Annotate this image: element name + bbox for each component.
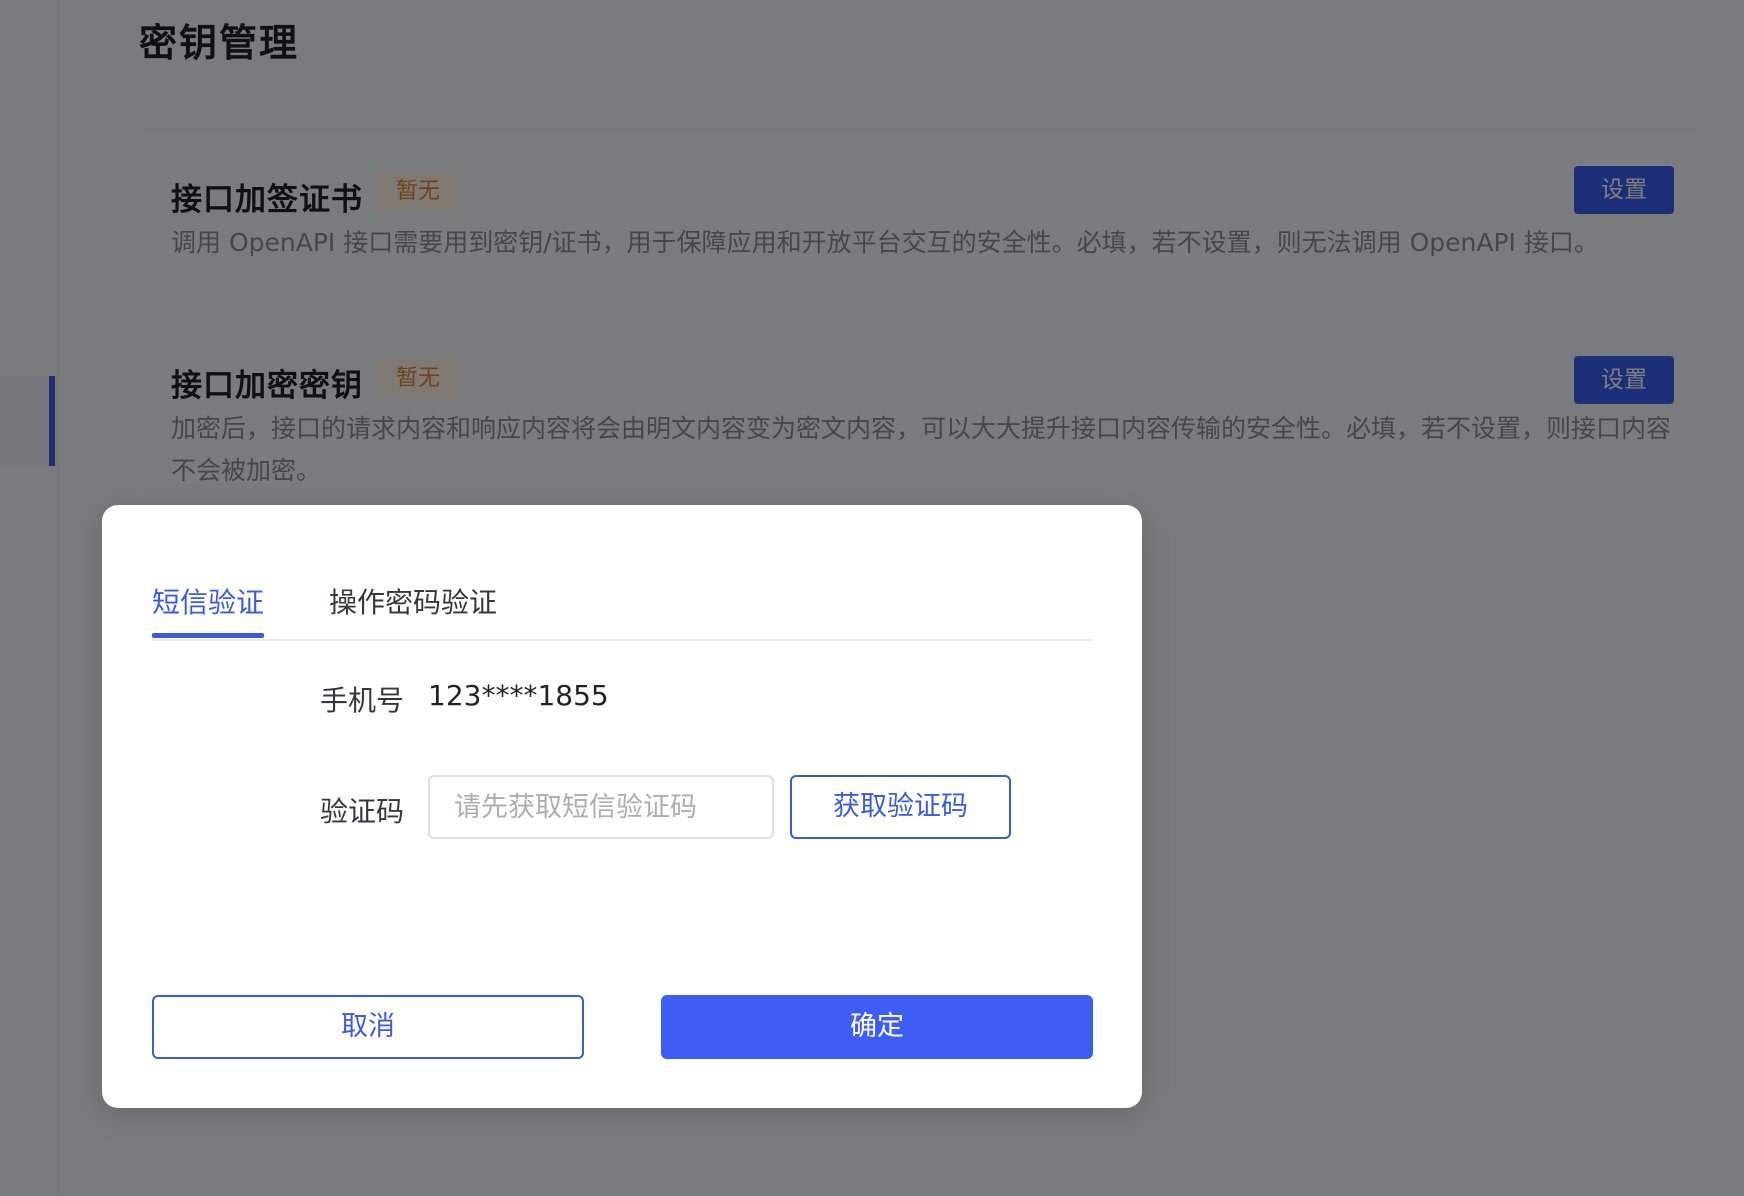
verification-dialog: 短信验证 操作密码验证 手机号 123****1855 验证码 获取验证码 取消… <box>102 505 1142 1108</box>
cancel-button[interactable]: 取消 <box>152 995 584 1059</box>
get-code-button[interactable]: 获取验证码 <box>790 775 1011 839</box>
code-label: 验证码 <box>320 795 405 828</box>
tab-sms-verification[interactable]: 短信验证 <box>152 581 264 621</box>
tab-password-verification[interactable]: 操作密码验证 <box>329 581 497 621</box>
verification-tabs: 短信验证 操作密码验证 <box>152 561 1093 641</box>
phone-label: 手机号 <box>320 684 405 717</box>
active-tab-indicator <box>152 633 264 638</box>
confirm-button[interactable]: 确定 <box>661 995 1093 1059</box>
phone-number: 123****1855 <box>428 679 609 712</box>
sms-code-input[interactable] <box>428 775 774 839</box>
